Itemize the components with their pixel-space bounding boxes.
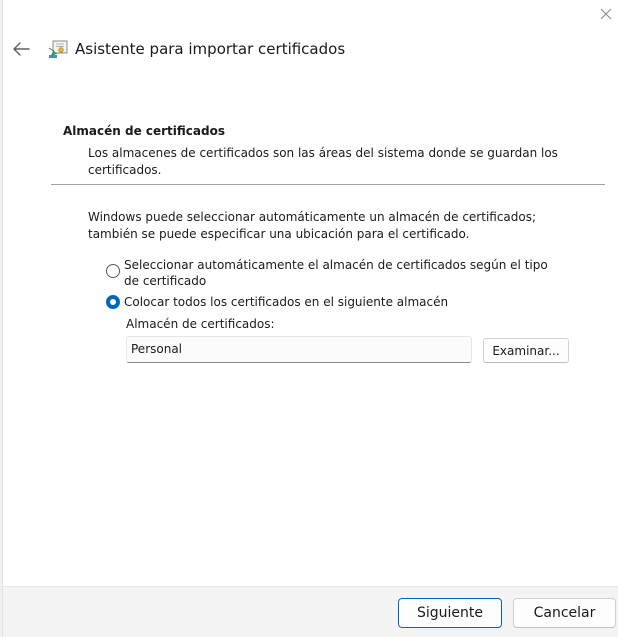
window-edge bbox=[0, 0, 3, 637]
section-title: Almacén de certificados bbox=[63, 124, 225, 138]
radio-place-all-label[interactable]: Colocar todos los certificados en el sig… bbox=[124, 294, 448, 310]
radio-auto-select[interactable] bbox=[106, 264, 120, 278]
cancel-button[interactable]: Cancelar bbox=[513, 598, 616, 628]
store-label: Almacén de certificados: bbox=[126, 317, 275, 331]
store-input[interactable]: Personal bbox=[126, 336, 472, 363]
intro-text: Windows puede seleccionar automáticament… bbox=[88, 210, 537, 241]
radio-place-all[interactable] bbox=[106, 295, 120, 309]
close-button[interactable] bbox=[594, 2, 618, 26]
header-divider bbox=[51, 184, 605, 185]
window-title: Asistente para importar certificados bbox=[75, 40, 346, 58]
certificate-wizard-icon bbox=[48, 40, 68, 58]
back-arrow-icon bbox=[13, 42, 30, 56]
browse-button[interactable]: Examinar... bbox=[483, 338, 569, 363]
radio-auto-select-label[interactable]: Seleccionar automáticamente el almacén d… bbox=[124, 257, 564, 289]
close-icon bbox=[600, 8, 612, 20]
section-description: Los almacenes de certificados son las ár… bbox=[88, 146, 558, 177]
next-button[interactable]: Siguiente bbox=[398, 598, 502, 628]
certificate-import-wizard: Asistente para importar certificados Alm… bbox=[0, 0, 618, 637]
back-button[interactable] bbox=[8, 36, 34, 62]
